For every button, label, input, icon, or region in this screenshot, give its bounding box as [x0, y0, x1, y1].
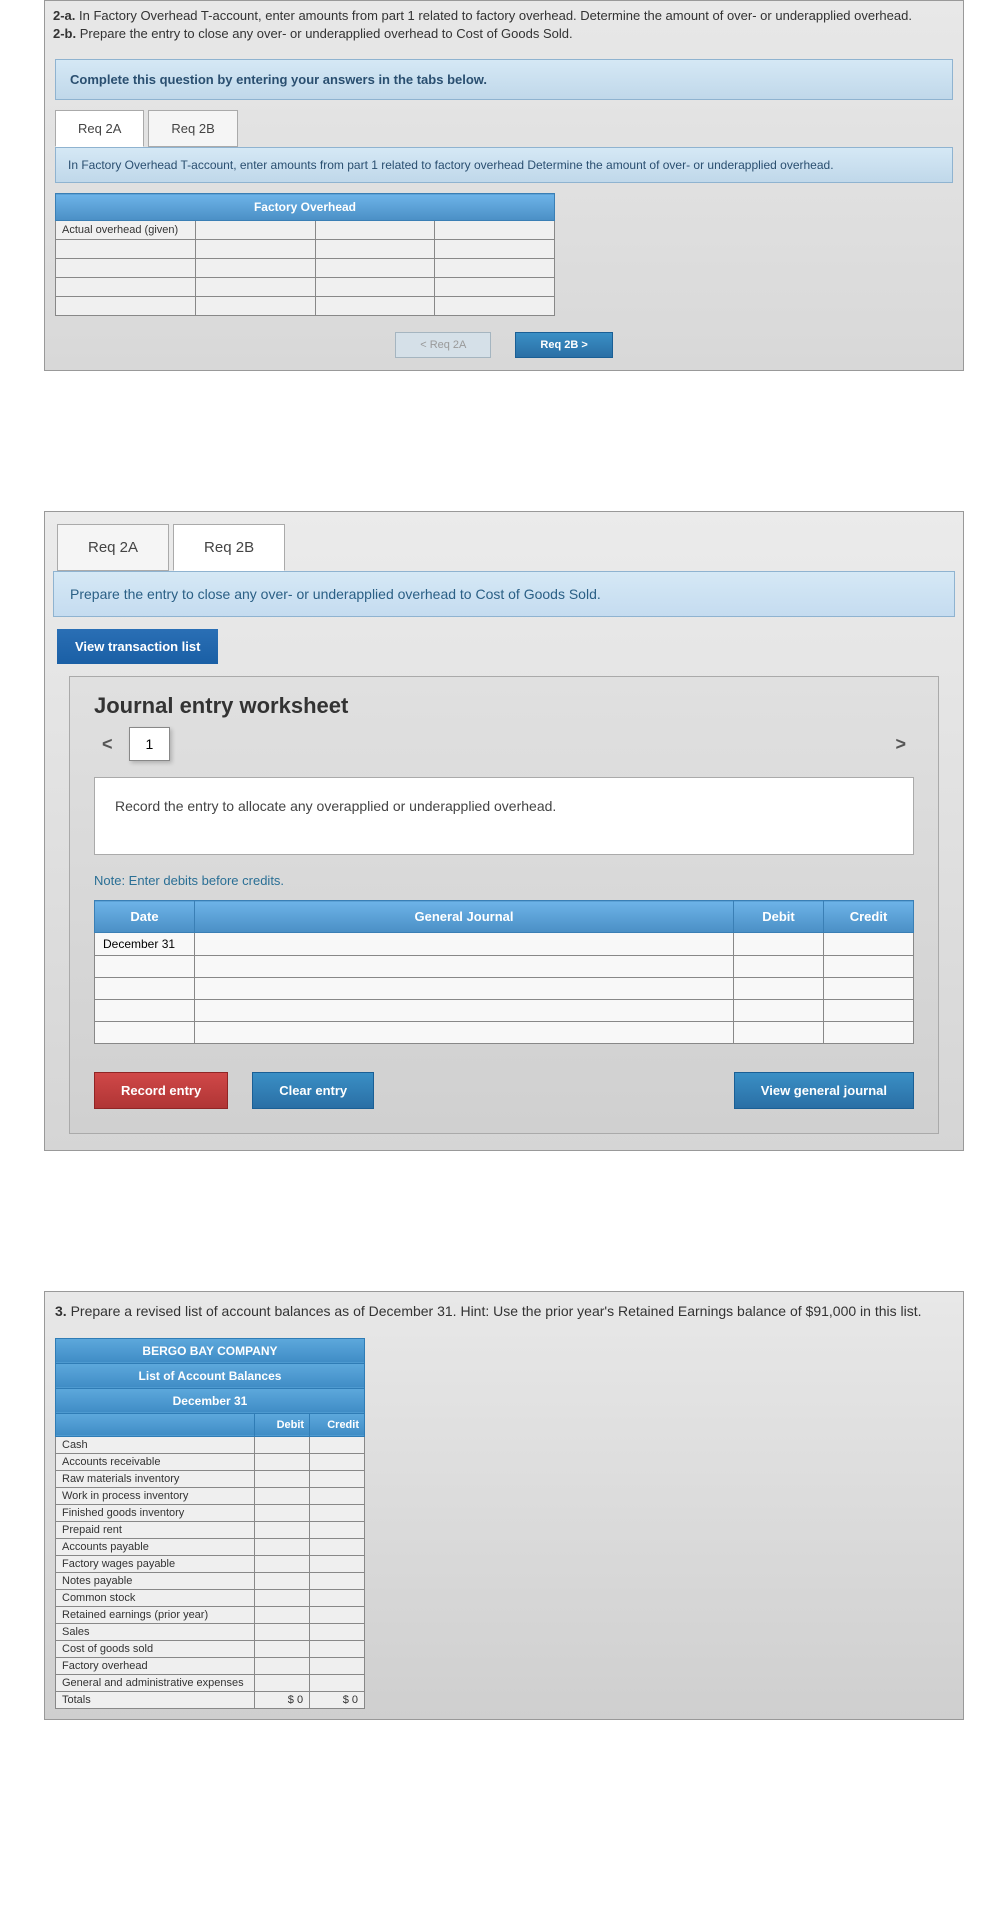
- bt-title1: BERGO BAY COMPANY: [56, 1338, 365, 1363]
- taccount-cell[interactable]: [196, 221, 316, 240]
- taccount-cell[interactable]: [435, 221, 555, 240]
- chevron-right-icon[interactable]: >: [887, 730, 914, 759]
- bt-totals-credit: $ 0: [310, 1691, 365, 1708]
- stepper-row: < 1 >: [94, 727, 914, 761]
- account-credit-cell[interactable]: [310, 1504, 365, 1521]
- bt-header-debit: Debit: [255, 1413, 310, 1436]
- tab-req-2b[interactable]: Req 2B: [148, 110, 237, 147]
- journal-entry-worksheet: Journal entry worksheet < 1 > Record the…: [69, 676, 939, 1134]
- account-debit-cell[interactable]: [255, 1436, 310, 1453]
- account-credit-cell[interactable]: [310, 1657, 365, 1674]
- bt-totals-label: Totals: [56, 1691, 255, 1708]
- account-debit-cell[interactable]: [255, 1453, 310, 1470]
- account-debit-cell[interactable]: [255, 1487, 310, 1504]
- account-debit-cell[interactable]: [255, 1504, 310, 1521]
- question-3-text: 3. Prepare a revised list of account bal…: [45, 1292, 963, 1328]
- bt-title2: List of Account Balances: [56, 1363, 365, 1388]
- taccount-row-label: Actual overhead (given): [56, 221, 196, 240]
- account-debit-cell[interactable]: [255, 1606, 310, 1623]
- account-name-cell: Raw materials inventory: [56, 1470, 255, 1487]
- je-date-cell[interactable]: December 31: [95, 933, 195, 956]
- question-2a-text: 2-a. In Factory Overhead T-account, ente…: [45, 1, 963, 49]
- account-credit-cell[interactable]: [310, 1555, 365, 1572]
- tabs-row-2: Req 2A Req 2B: [45, 512, 963, 571]
- account-credit-cell[interactable]: [310, 1674, 365, 1691]
- nav-row-1: < Req 2A Req 2B >: [45, 326, 963, 370]
- account-credit-cell[interactable]: [310, 1606, 365, 1623]
- account-name-cell: Accounts payable: [56, 1538, 255, 1555]
- account-credit-cell[interactable]: [310, 1589, 365, 1606]
- record-entry-button[interactable]: Record entry: [94, 1072, 228, 1109]
- tab-req-2a-2[interactable]: Req 2A: [57, 524, 169, 571]
- account-credit-cell[interactable]: [310, 1453, 365, 1470]
- je-header-date: Date: [95, 901, 195, 933]
- complete-instruction-bar: Complete this question by entering your …: [55, 59, 953, 100]
- tab-req-2a[interactable]: Req 2A: [55, 110, 144, 147]
- account-credit-cell[interactable]: [310, 1623, 365, 1640]
- bt-totals-debit: $ 0: [255, 1691, 310, 1708]
- je-title: Journal entry worksheet: [94, 693, 914, 719]
- account-credit-cell[interactable]: [310, 1640, 365, 1657]
- account-credit-cell[interactable]: [310, 1436, 365, 1453]
- account-debit-cell[interactable]: [255, 1521, 310, 1538]
- view-general-journal-button[interactable]: View general journal: [734, 1072, 914, 1109]
- account-debit-cell[interactable]: [255, 1657, 310, 1674]
- account-name-cell: Notes payable: [56, 1572, 255, 1589]
- je-account-cell[interactable]: [195, 933, 734, 956]
- je-header-gj: General Journal: [195, 901, 734, 933]
- account-balances-table: BERGO BAY COMPANY List of Account Balanc…: [55, 1338, 365, 1709]
- account-debit-cell[interactable]: [255, 1555, 310, 1572]
- account-debit-cell[interactable]: [255, 1640, 310, 1657]
- tab-req-2b-2[interactable]: Req 2B: [173, 524, 285, 571]
- bt-title3: December 31: [56, 1388, 365, 1413]
- taccount-header: Factory Overhead: [56, 194, 555, 221]
- account-credit-cell[interactable]: [310, 1487, 365, 1504]
- record-instruction: Record the entry to allocate any overapp…: [94, 777, 914, 855]
- account-credit-cell[interactable]: [310, 1538, 365, 1555]
- panel-q3: 3. Prepare a revised list of account bal…: [44, 1291, 964, 1720]
- account-name-cell: Factory overhead: [56, 1657, 255, 1674]
- note-text: Note: Enter debits before credits.: [94, 873, 914, 888]
- account-debit-cell[interactable]: [255, 1538, 310, 1555]
- account-credit-cell[interactable]: [310, 1521, 365, 1538]
- tabs-row-1: Req 2A Req 2B: [45, 110, 963, 147]
- account-name-cell: Factory wages payable: [56, 1555, 255, 1572]
- taccount-cell[interactable]: [315, 221, 435, 240]
- step-indicator[interactable]: 1: [129, 727, 171, 761]
- account-name-cell: Sales: [56, 1623, 255, 1640]
- bt-header-credit: Credit: [310, 1413, 365, 1436]
- account-credit-cell[interactable]: [310, 1470, 365, 1487]
- account-name-cell: Accounts receivable: [56, 1453, 255, 1470]
- panel-req2b: Req 2A Req 2B Prepare the entry to close…: [44, 511, 964, 1151]
- view-transaction-list-button[interactable]: View transaction list: [57, 629, 218, 664]
- tab-instruction-2b: Prepare the entry to close any over- or …: [53, 571, 955, 617]
- factory-overhead-taccount: Factory Overhead Actual overhead (given): [55, 193, 555, 316]
- account-debit-cell[interactable]: [255, 1623, 310, 1640]
- account-debit-cell[interactable]: [255, 1674, 310, 1691]
- tab-instruction-2a: In Factory Overhead T-account, enter amo…: [55, 147, 953, 183]
- je-button-row: Record entry Clear entry View general jo…: [94, 1072, 914, 1109]
- account-name-cell: Cost of goods sold: [56, 1640, 255, 1657]
- account-name-cell: Prepaid rent: [56, 1521, 255, 1538]
- account-credit-cell[interactable]: [310, 1572, 365, 1589]
- account-name-cell: Retained earnings (prior year): [56, 1606, 255, 1623]
- clear-entry-button[interactable]: Clear entry: [252, 1072, 374, 1109]
- account-debit-cell[interactable]: [255, 1589, 310, 1606]
- nav-prev-button: < Req 2A: [395, 332, 491, 358]
- chevron-left-icon[interactable]: <: [94, 730, 121, 759]
- journal-entry-table: Date General Journal Debit Credit Decemb…: [94, 900, 914, 1044]
- account-name-cell: Cash: [56, 1436, 255, 1453]
- account-name-cell: Finished goods inventory: [56, 1504, 255, 1521]
- account-name-cell: Work in process inventory: [56, 1487, 255, 1504]
- je-header-credit: Credit: [824, 901, 914, 933]
- account-name-cell: General and administrative expenses: [56, 1674, 255, 1691]
- panel-req2a: 2-a. In Factory Overhead T-account, ente…: [44, 0, 964, 371]
- account-debit-cell[interactable]: [255, 1470, 310, 1487]
- je-debit-cell[interactable]: [734, 933, 824, 956]
- je-header-debit: Debit: [734, 901, 824, 933]
- je-credit-cell[interactable]: [824, 933, 914, 956]
- account-name-cell: Common stock: [56, 1589, 255, 1606]
- account-debit-cell[interactable]: [255, 1572, 310, 1589]
- nav-next-button[interactable]: Req 2B >: [515, 332, 612, 358]
